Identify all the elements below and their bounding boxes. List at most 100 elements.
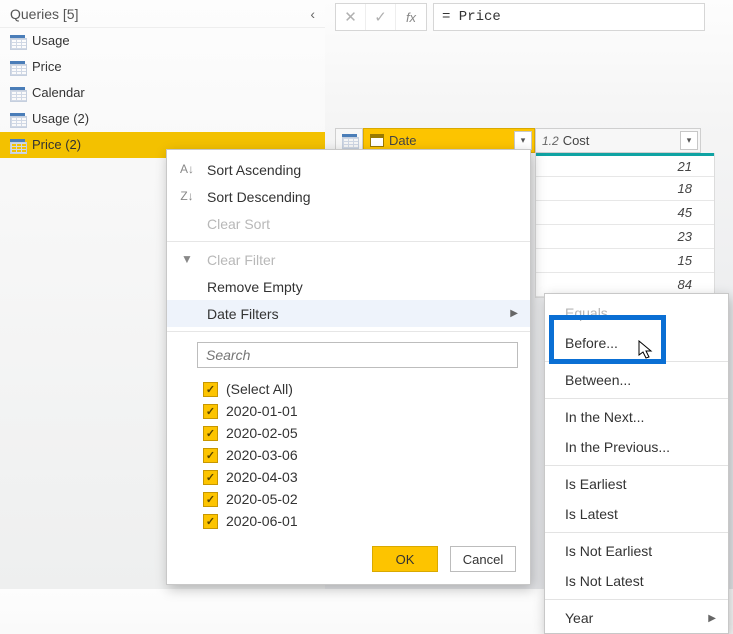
query-item-price[interactable]: Price [0,54,325,80]
menu-clear-filter: ▼ Clear Filter [167,246,530,273]
ok-button[interactable]: OK [372,546,438,572]
grid-body: 21 18 45 23 15 84 [535,153,715,298]
submenu-between[interactable]: Between... [545,365,728,395]
menu-label: Sort Ascending [207,162,301,178]
formula-actions: ✕ ✓ fx [335,3,427,31]
submenu-is-earliest[interactable]: Is Earliest [545,469,728,499]
table-icon [342,134,357,147]
submenu-is-not-earliest[interactable]: Is Not Earliest [545,536,728,566]
submenu-is-latest[interactable]: Is Latest [545,499,728,529]
table-row[interactable]: 45 [536,201,714,225]
menu-separator [545,599,728,600]
cancel-formula-icon[interactable]: ✕ [336,4,366,30]
check-label: 2020-03-06 [226,447,298,463]
filter-value[interactable]: ✓ 2020-05-02 [203,488,518,510]
submenu-label: Year [565,610,593,626]
queries-title: Queries [5] [10,6,78,22]
checkbox-icon: ✓ [203,470,218,485]
formula-input[interactable]: = Price [433,3,705,31]
query-label: Usage (2) [32,106,89,132]
menu-label: Clear Sort [207,216,270,232]
sort-asc-icon: A↓ [179,161,195,177]
menu-separator [545,398,728,399]
checkbox-icon: ✓ [203,492,218,507]
cell-cost: 23 [536,225,702,248]
fx-icon[interactable]: fx [396,4,426,30]
filter-search-input[interactable] [197,342,518,368]
query-label: Usage [32,28,70,54]
column-header-cost[interactable]: 1.2 Cost ▾ [535,128,701,153]
submenu-year[interactable]: Year ▶ [545,603,728,633]
checkbox-icon: ✓ [203,448,218,463]
filter-buttons: OK Cancel [167,536,530,578]
table-icon [10,61,25,74]
filter-value[interactable]: ✓ 2020-03-06 [203,444,518,466]
check-label: 2020-06-01 [226,513,298,529]
query-item-usage[interactable]: Usage [0,28,325,54]
cell-cost: 15 [536,249,702,272]
queries-header: Queries [5] ‹ [0,0,325,28]
calendar-icon [370,134,384,147]
formula-bar: ✕ ✓ fx = Price [335,2,705,32]
checkbox-icon: ✓ [203,404,218,419]
menu-sort-ascending[interactable]: A↓ Sort Ascending [167,156,530,183]
checkbox-icon: ✓ [203,382,218,397]
filter-value[interactable]: ✓ 2020-06-01 [203,510,518,532]
menu-date-filters[interactable]: Date Filters ▶ [167,300,530,327]
submenu-in-previous[interactable]: In the Previous... [545,432,728,462]
menu-remove-empty[interactable]: Remove Empty [167,273,530,300]
query-item-usage-2[interactable]: Usage (2) [0,106,325,132]
menu-separator [545,532,728,533]
filter-value[interactable]: ✓ 2020-02-05 [203,422,518,444]
clear-filter-icon: ▼ [179,251,195,267]
column-type: 1.2 [542,134,559,148]
check-label: 2020-05-02 [226,491,298,507]
table-icon [10,87,25,100]
date-filters-submenu: Equals... Before... Between... In the Ne… [544,293,729,634]
cancel-button[interactable]: Cancel [450,546,516,572]
menu-separator [167,241,530,242]
menu-label: Remove Empty [207,279,303,295]
submenu-in-next[interactable]: In the Next... [545,402,728,432]
filter-select-all[interactable]: ✓ (Select All) [203,378,518,400]
check-label: 2020-02-05 [226,425,298,441]
checkbox-icon: ✓ [203,514,218,529]
cell-cost: 18 [536,177,702,200]
column-filter-button[interactable]: ▾ [514,131,532,150]
filter-value[interactable]: ✓2020-01-01 [203,400,518,422]
menu-separator [545,465,728,466]
sort-desc-icon: Z↓ [179,188,195,204]
table-row[interactable]: 23 [536,225,714,249]
chevron-right-icon: ▶ [708,613,716,624]
query-label: Price [32,54,62,80]
query-label: Price (2) [32,132,81,158]
table-row[interactable]: 15 [536,249,714,273]
menu-separator [545,361,728,362]
check-label: 2020-04-03 [226,469,298,485]
confirm-formula-icon[interactable]: ✓ [366,4,396,30]
menu-label: Sort Descending [207,189,311,205]
collapse-panel-icon[interactable]: ‹ [310,0,315,28]
submenu-before[interactable]: Before... [545,328,728,358]
menu-label: Date Filters [207,306,279,322]
query-item-calendar[interactable]: Calendar [0,80,325,106]
submenu-is-not-latest[interactable]: Is Not Latest [545,566,728,596]
filter-search-row [167,336,530,374]
menu-separator [167,331,530,332]
menu-sort-descending[interactable]: Z↓ Sort Descending [167,183,530,210]
query-label: Calendar [32,80,85,106]
table-row[interactable]: 21 [536,153,714,177]
cell-cost: 45 [536,201,702,224]
table-row[interactable]: 18 [536,177,714,201]
table-icon [10,113,25,126]
column-filter-button[interactable]: ▾ [680,131,698,150]
menu-clear-sort: Clear Sort [167,210,530,237]
check-label: (Select All) [226,381,293,397]
checkbox-icon: ✓ [203,426,218,441]
filter-value[interactable]: ✓ 2020-04-03 [203,466,518,488]
table-icon [10,35,25,48]
submenu-equals[interactable]: Equals... [545,298,728,328]
menu-label: Clear Filter [207,252,275,268]
column-label: Cost [563,133,590,148]
chevron-right-icon: ▶ [510,308,518,319]
